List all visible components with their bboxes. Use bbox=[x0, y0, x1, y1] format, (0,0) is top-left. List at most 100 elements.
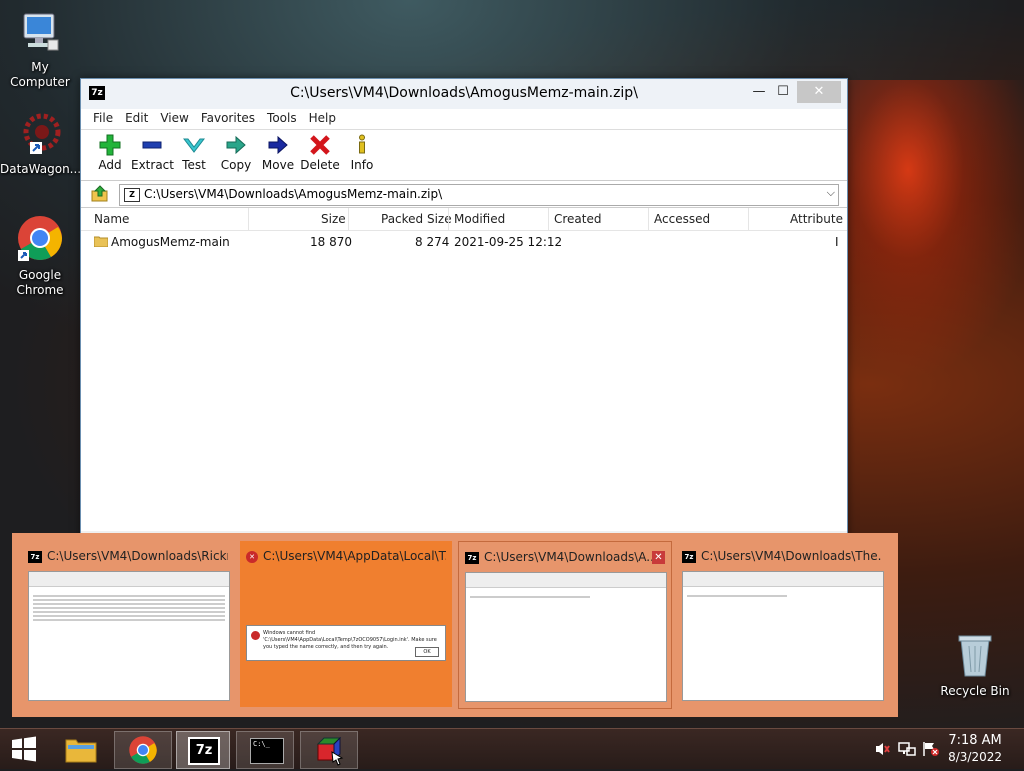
column-separator[interactable] bbox=[648, 208, 649, 230]
error-dialog-preview: Windows cannot find 'C:\Users\VM4\AppDat… bbox=[246, 625, 446, 661]
column-attributes[interactable]: Attribute bbox=[790, 212, 843, 226]
taskbar-7zip[interactable]: 7z bbox=[176, 731, 230, 769]
column-packed-size[interactable]: Packed Size bbox=[381, 212, 452, 226]
taskbar-app[interactable] bbox=[300, 731, 358, 769]
thumbnail-title: 7z C:\Users\VM4\Downloads\A... bbox=[465, 550, 665, 566]
thumbnail-preview bbox=[465, 572, 667, 702]
title-bar[interactable]: 7z C:\Users\VM4\Downloads\AmogusMemz-mai… bbox=[81, 79, 847, 109]
chevron-down-icon[interactable]: ⌵ bbox=[827, 186, 835, 200]
thumbnail-window-3[interactable]: 7z C:\Users\VM4\Downloads\A... ✕ bbox=[458, 541, 672, 709]
desktop-icon-chrome[interactable]: Google Chrome bbox=[0, 214, 80, 298]
menu-help[interactable]: Help bbox=[303, 109, 342, 127]
archive-icon: Z bbox=[124, 188, 140, 202]
column-separator[interactable] bbox=[748, 208, 749, 230]
file-list[interactable]: AmogusMemz-main 18 870 8 274 2021-09-25 … bbox=[81, 231, 847, 531]
info-button[interactable]: Info bbox=[341, 134, 383, 172]
file-explorer-icon bbox=[65, 739, 97, 763]
add-icon bbox=[99, 134, 121, 156]
command-prompt-icon: C:\_ bbox=[250, 738, 284, 764]
copy-button[interactable]: Copy bbox=[215, 134, 257, 172]
taskbar-chrome[interactable] bbox=[114, 731, 172, 769]
clock-time: 7:18 AM bbox=[948, 733, 1002, 748]
add-label: Add bbox=[98, 158, 122, 172]
extract-button[interactable]: Extract bbox=[131, 134, 174, 172]
computer-icon bbox=[0, 10, 80, 58]
copy-label: Copy bbox=[220, 158, 252, 172]
thumbnail-title-text: C:\Users\VM4\Downloads\Rickr... bbox=[47, 549, 228, 563]
move-button[interactable]: Move bbox=[257, 134, 299, 172]
column-name[interactable]: Name bbox=[94, 212, 129, 226]
file-packed-size: 8 274 bbox=[415, 235, 450, 249]
move-icon bbox=[268, 135, 288, 155]
file-name: AmogusMemz-main bbox=[111, 235, 230, 249]
menu-view[interactable]: View bbox=[154, 109, 194, 127]
taskbar-file-explorer[interactable] bbox=[58, 731, 104, 767]
address-text: C:\Users\VM4\Downloads\AmogusMemz-main.z… bbox=[144, 187, 443, 201]
chrome-icon bbox=[129, 736, 157, 764]
file-size: 18 870 bbox=[310, 235, 352, 249]
action-center-flag-icon[interactable] bbox=[922, 741, 940, 760]
thumbnail-window-2[interactable]: ✕ C:\Users\VM4\AppData\Local\T... Windows… bbox=[240, 541, 452, 707]
test-button[interactable]: Test bbox=[173, 134, 215, 172]
menu-favorites[interactable]: Favorites bbox=[195, 109, 261, 127]
network-icon[interactable] bbox=[898, 741, 916, 760]
clock-date: 8/3/2022 bbox=[948, 750, 1002, 764]
error-icon: ✕ bbox=[246, 550, 258, 563]
column-created[interactable]: Created bbox=[554, 212, 602, 226]
setup-box-icon bbox=[316, 736, 344, 766]
move-label: Move bbox=[261, 158, 295, 172]
delete-icon bbox=[310, 135, 330, 155]
delete-button[interactable]: Delete bbox=[299, 134, 341, 172]
window-title: C:\Users\VM4\Downloads\AmogusMemz-main.z… bbox=[290, 85, 638, 101]
sevenzip-app-icon: 7z bbox=[188, 737, 220, 765]
desktop-icon-label: DataWagon... bbox=[0, 162, 82, 176]
close-button[interactable]: ✕ bbox=[797, 81, 841, 103]
desktop-icon-datawagon[interactable]: DataWagon... bbox=[0, 112, 82, 177]
volume-muted-icon[interactable] bbox=[874, 741, 890, 760]
add-button[interactable]: Add bbox=[89, 134, 131, 172]
thumbnail-title-text: C:\Users\VM4\Downloads\The... bbox=[701, 549, 882, 563]
thumbnail-window-1[interactable]: 7z C:\Users\VM4\Downloads\Rickr... bbox=[22, 541, 234, 707]
desktop-icon-label: Google Chrome bbox=[16, 268, 64, 297]
menu-edit[interactable]: Edit bbox=[119, 109, 154, 127]
file-attributes: I bbox=[835, 235, 839, 249]
column-separator[interactable] bbox=[348, 208, 349, 230]
test-label: Test bbox=[182, 158, 206, 172]
ok-button: OK bbox=[415, 647, 439, 657]
table-row[interactable]: AmogusMemz-main 18 870 8 274 2021-09-25 … bbox=[81, 233, 847, 251]
desktop-icon-recycle-bin[interactable]: Recycle Bin bbox=[935, 632, 1015, 699]
thumbnail-preview bbox=[682, 571, 884, 701]
thumbnail-preview bbox=[28, 571, 230, 701]
folder-up-icon[interactable] bbox=[91, 185, 109, 206]
start-button[interactable] bbox=[6, 731, 42, 767]
thumbnail-title-text: C:\Users\VM4\Downloads\A... bbox=[484, 550, 658, 564]
thumbnail-title-text: C:\Users\VM4\AppData\Local\T... bbox=[263, 549, 446, 563]
error-icon bbox=[251, 631, 260, 640]
system-clock[interactable]: 7:18 AM 8/3/2022 bbox=[948, 733, 1002, 765]
copy-icon bbox=[226, 135, 246, 155]
column-separator[interactable] bbox=[548, 208, 549, 230]
menu-file[interactable]: File bbox=[87, 109, 119, 127]
column-size[interactable]: Size bbox=[321, 212, 346, 226]
recycle-bin-icon bbox=[935, 632, 1015, 682]
desktop-icon-my-computer[interactable]: My Computer bbox=[0, 10, 80, 90]
folder-icon bbox=[93, 235, 109, 250]
info-label: Info bbox=[350, 158, 374, 172]
minimize-button[interactable]: — bbox=[747, 81, 771, 103]
maximize-button[interactable]: ☐ bbox=[771, 81, 795, 103]
address-input[interactable]: Z C:\Users\VM4\Downloads\AmogusMemz-main… bbox=[119, 184, 839, 206]
column-separator[interactable] bbox=[248, 208, 249, 230]
column-separator[interactable] bbox=[448, 208, 449, 230]
column-modified[interactable]: Modified bbox=[454, 212, 505, 226]
address-bar: Z C:\Users\VM4\Downloads\AmogusMemz-main… bbox=[81, 181, 847, 208]
sevenzip-app-icon: 7z bbox=[682, 550, 696, 563]
test-icon bbox=[182, 138, 206, 153]
error-message: Windows cannot find 'C:\Users\VM4\AppDat… bbox=[263, 630, 437, 650]
menu-tools[interactable]: Tools bbox=[261, 109, 303, 127]
thumbnail-title: ✕ C:\Users\VM4\AppData\Local\T... bbox=[246, 549, 446, 565]
column-accessed[interactable]: Accessed bbox=[654, 212, 710, 226]
chrome-icon bbox=[0, 214, 80, 266]
thumbnail-close-button[interactable]: ✕ bbox=[652, 551, 665, 564]
thumbnail-window-4[interactable]: 7z C:\Users\VM4\Downloads\The... bbox=[676, 541, 888, 707]
taskbar-command-prompt[interactable]: C:\_ bbox=[236, 731, 294, 769]
